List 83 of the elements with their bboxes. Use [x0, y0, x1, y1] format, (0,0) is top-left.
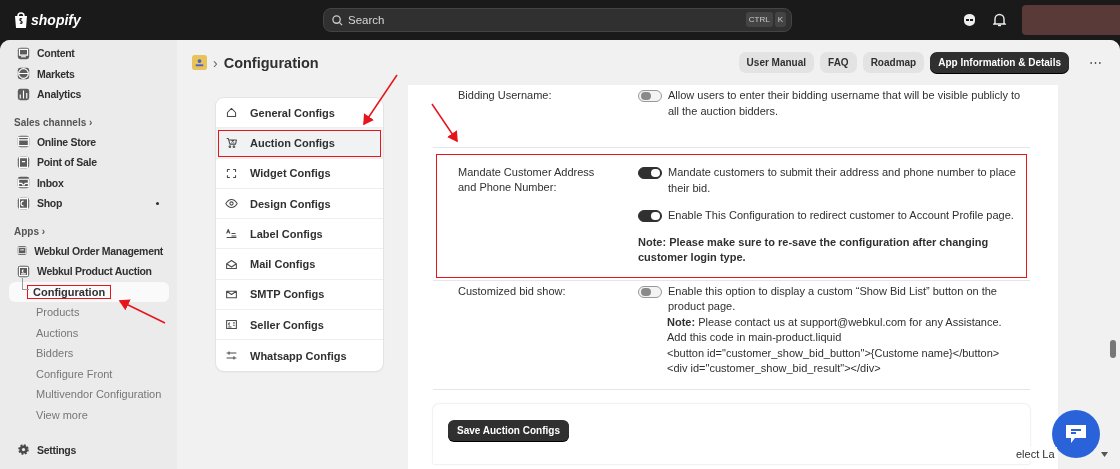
- logo-text[interactable]: shopify: [31, 12, 81, 28]
- detail-text: <button id="customer_show_bid_button">{Custome name}</button>: [667, 345, 1001, 361]
- sidebar-subitem[interactable]: Auctions: [9, 322, 169, 343]
- config-nav-item[interactable]: Widget Configs: [216, 158, 383, 189]
- sidebar-item-icon: [17, 176, 30, 190]
- sidebar-item-icon: [17, 196, 30, 210]
- sidebar-heading[interactable]: Sales channels ›: [9, 107, 169, 132]
- sidebar-item[interactable]: Point of Sale: [9, 152, 169, 173]
- sidebar-item-icon: [17, 264, 30, 278]
- config-nav-icon: [225, 106, 238, 120]
- bell-icon[interactable]: [993, 13, 1006, 27]
- toggle-switch[interactable]: [638, 167, 662, 179]
- option-description: Enable this option to display a custom “Show Bid List” button on the product page.: [668, 283, 998, 314]
- config-nav-icon: [225, 318, 238, 332]
- header-button[interactable]: App Information & Details: [930, 52, 1069, 73]
- option-description: Enable This Configuration to redirect customer to Account Profile page.: [668, 208, 1014, 223]
- config-nav-item[interactable]: Seller Configs: [216, 310, 383, 341]
- sidebar-item-icon: [17, 67, 30, 81]
- sidebar-item-icon: [17, 135, 30, 149]
- sidebar-item-icon: [17, 87, 30, 101]
- header-button[interactable]: FAQ: [820, 52, 857, 73]
- config-nav-icon: [225, 257, 238, 271]
- detail-text: Note: Please contact us at support@webkul.com for any Assistance.: [667, 314, 1003, 330]
- note-text: Note: Please make sure to re-save the configuration after changing customer login type.: [638, 234, 990, 265]
- more-actions-button[interactable]: ⋯: [1083, 54, 1108, 71]
- sidebar-item[interactable]: Online Store: [9, 131, 169, 152]
- sidebar-item-icon: [17, 155, 30, 169]
- sidebar-heading[interactable]: Apps ›: [9, 216, 169, 241]
- sidebar-item-icon: [17, 244, 28, 258]
- config-nav-item[interactable]: Design Configs: [216, 188, 383, 220]
- detail-text: <div id="customer_show_bid_result"></div>: [667, 361, 882, 376]
- config-nav-icon: [225, 166, 238, 180]
- chat-icon: [1065, 424, 1087, 444]
- config-nav-item[interactable]: Auction Configs: [216, 128, 383, 159]
- config-nav-icon: [225, 136, 238, 150]
- sidebar-subitem[interactable]: Configure Front: [9, 363, 169, 384]
- setting-label: Customized bid show:: [458, 283, 567, 299]
- sidebar-subitem[interactable]: Multivendor Configuration: [9, 384, 169, 405]
- app-icon: [192, 55, 207, 70]
- config-nav-item[interactable]: Label Configs: [216, 219, 383, 250]
- config-nav-icon: [225, 349, 238, 362]
- settings-icon: [17, 443, 30, 457]
- tree-connector: [22, 277, 29, 290]
- search-icon: [332, 15, 343, 26]
- sidebar-item[interactable]: Shop: [9, 193, 169, 214]
- sidebar-item[interactable]: Inbox: [9, 172, 169, 193]
- detail-text: Add this code in main-product.liquid: [667, 330, 843, 345]
- setting-label: Bidding Username:: [458, 88, 553, 103]
- store-icon[interactable]: [962, 13, 977, 27]
- annotation-arrow: [118, 299, 166, 324]
- sidebar-item[interactable]: Markets: [9, 63, 169, 84]
- config-nav-item[interactable]: Whatsapp Configs: [216, 340, 383, 371]
- sidebar-subitem[interactable]: Bidders: [9, 343, 169, 364]
- sidebar-item-icon: [17, 46, 30, 60]
- shopping-bag-icon: [14, 11, 28, 29]
- toggle-switch[interactable]: [638, 285, 662, 298]
- save-button[interactable]: Save Auction Configs: [448, 419, 569, 441]
- annotation-arrow: [431, 103, 458, 143]
- settings-item[interactable]: Settings: [9, 439, 169, 460]
- language-select[interactable]: elect La: [1014, 447, 1057, 461]
- config-nav-item[interactable]: Mail Configs: [216, 249, 383, 280]
- sidebar-item[interactable]: Webkul Product Auction: [9, 261, 169, 282]
- sidebar-subitem[interactable]: Configuration: [9, 281, 169, 302]
- header-button[interactable]: User Manual: [738, 52, 815, 73]
- sidebar-item[interactable]: Content: [9, 43, 169, 64]
- breadcrumb-separator: ›: [213, 54, 218, 71]
- config-nav-item[interactable]: SMTP Configs: [216, 279, 383, 311]
- caret-icon[interactable]: [1101, 452, 1108, 457]
- sidebar-item[interactable]: Webkul Order Management: [9, 240, 169, 261]
- toggle-switch[interactable]: [638, 90, 662, 102]
- sidebar-subitem[interactable]: Products: [9, 302, 169, 323]
- keyboard-key: CTRL: [745, 12, 773, 27]
- toggle-switch[interactable]: [638, 210, 662, 222]
- header-button[interactable]: Roadmap: [862, 52, 925, 73]
- sidebar-item[interactable]: Analytics: [9, 84, 169, 105]
- setting-label: Mandate Customer Address and Phone Number:: [458, 165, 596, 195]
- option-description: Mandate customers to submit their address and phone number to place their bid.: [668, 165, 1017, 196]
- annotation-arrow: [363, 74, 398, 126]
- option-description: Allow users to enter their bidding username that will be visible publicly to all the auction bidders.: [668, 88, 1022, 119]
- page-title: Configuration: [223, 54, 319, 71]
- config-nav-icon: [225, 197, 238, 211]
- config-nav-icon: [225, 227, 238, 241]
- sidebar-subitem[interactable]: View more: [9, 404, 169, 425]
